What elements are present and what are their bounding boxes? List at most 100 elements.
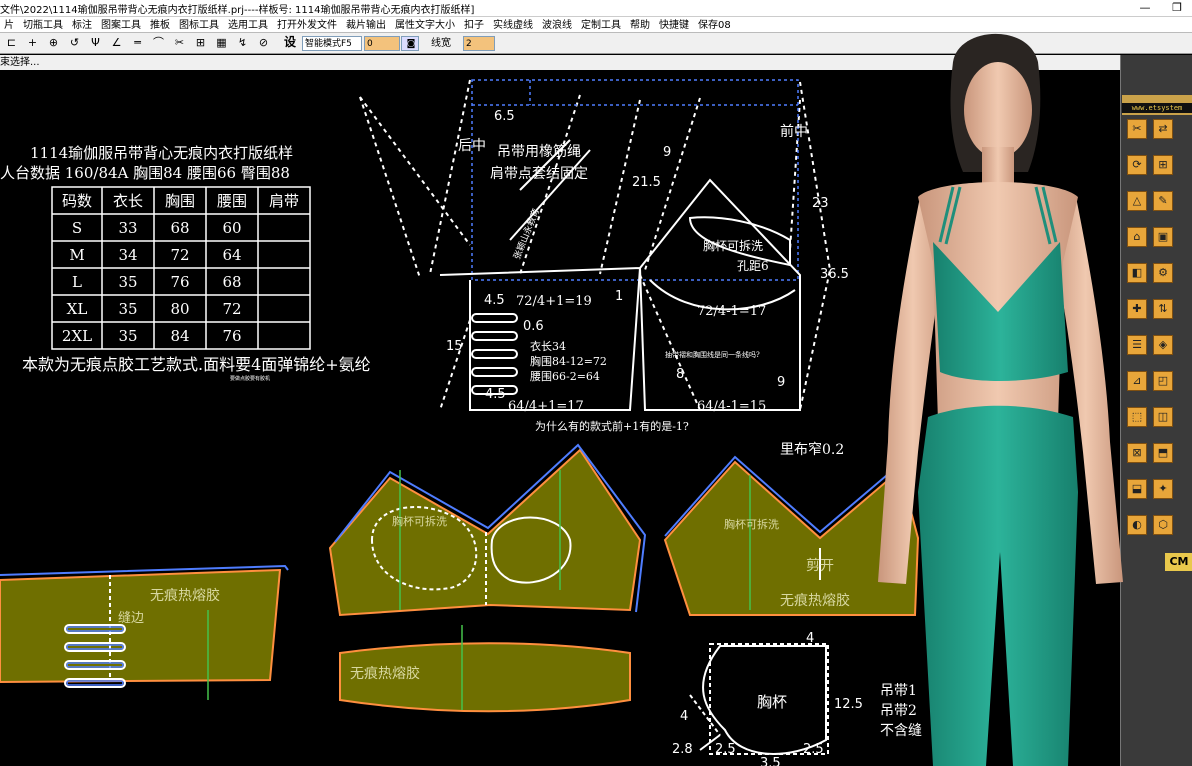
panel-tool-icon[interactable]: ◈ xyxy=(1153,335,1173,355)
table-cell: 60 xyxy=(222,219,241,237)
cup-remove-text: 胸杯可拆洗 xyxy=(703,238,763,253)
tool-icon-3[interactable]: ↺ xyxy=(67,35,82,51)
table-cell: M xyxy=(69,246,84,264)
olive-pieces xyxy=(0,443,920,713)
dim-4-5a: 4.5 xyxy=(484,293,505,308)
front-center-label: 前中 xyxy=(780,123,808,140)
color-picker-icon[interactable]: ◙ xyxy=(401,36,419,51)
restore-icon[interactable]: ❐ xyxy=(1162,0,1192,17)
table-cell: 68 xyxy=(170,219,189,237)
menu-item-7[interactable]: 打开外发文件 xyxy=(273,18,342,33)
menu-item-16[interactable]: 保存08 xyxy=(694,18,736,33)
menu-item-4[interactable]: 推板 xyxy=(146,18,175,33)
size-table xyxy=(51,186,311,350)
table-cell: 84 xyxy=(170,327,189,345)
seamless-glue-2: 无痕热熔胶 xyxy=(350,665,420,682)
cup-opening-1: 胸杯可拆洗 xyxy=(392,514,447,528)
tool-icon-12[interactable]: ⊘ xyxy=(256,35,271,51)
avatar-face xyxy=(964,62,1032,158)
panel-tool-icon[interactable]: ⬒ xyxy=(1153,443,1173,463)
strap-note-2: 肩带点套结固定 xyxy=(490,166,588,182)
tool-icon-11[interactable]: ↯ xyxy=(235,35,250,51)
dim-4a: 4 xyxy=(806,631,814,646)
back-center-label: 后中 xyxy=(458,138,486,154)
title-bar: 文件\2022\1114瑜伽服吊带背心无痕内衣打版纸样.prj----样板号: … xyxy=(0,0,1192,17)
dim-1: 1 xyxy=(615,289,623,304)
line-width-label: 线宽 xyxy=(431,38,451,49)
panel-tool-icon[interactable]: ◰ xyxy=(1153,371,1173,391)
hole-distance-text: 孔距6 xyxy=(737,259,769,273)
value-field[interactable]: 0 xyxy=(364,36,400,51)
lining-note: 里布窄0.2 xyxy=(780,441,844,458)
panel-tool-icon[interactable]: ✦ xyxy=(1153,479,1173,499)
table-cell: 80 xyxy=(170,300,189,318)
table-header-4: 肩带 xyxy=(269,192,299,210)
panel-tool-icon[interactable]: ✎ xyxy=(1153,191,1173,211)
dim-15: 15 xyxy=(446,339,463,354)
formula-front-bottom: 64/4-1=15 xyxy=(697,399,766,414)
line-width-field[interactable]: 2 xyxy=(463,36,495,51)
table-cell: 76 xyxy=(222,327,241,345)
strap-note-1: 吊带用橡筋绳 xyxy=(497,143,581,160)
menu-item-9[interactable]: 属性文字大小 xyxy=(391,18,460,33)
menu-item-5[interactable]: 图标工具 xyxy=(175,18,224,33)
menu-item-1[interactable]: 切瓶工具 xyxy=(19,18,68,33)
table-cell: 76 xyxy=(170,273,189,291)
table-header-0: 码数 xyxy=(62,192,92,210)
tool-icon-10[interactable]: ▦ xyxy=(214,35,229,51)
seamless-glue-1: 无痕热熔胶 xyxy=(150,587,220,604)
panel-tool-icon[interactable]: ◫ xyxy=(1153,407,1173,427)
tool-icon-1[interactable]: + xyxy=(25,35,40,51)
dim-6-5: 6.5 xyxy=(494,109,515,124)
tool-icon-4[interactable]: Ψ xyxy=(88,35,103,51)
avatar-leggings xyxy=(918,405,1078,766)
menu-item-3[interactable]: 图案工具 xyxy=(97,18,146,33)
tool-icon-9[interactable]: ⊞ xyxy=(193,35,208,51)
menu-item-6[interactable]: 选用工具 xyxy=(224,18,273,33)
menu-item-13[interactable]: 定制工具 xyxy=(577,18,626,33)
formula-back-top: 72/4+1=19 xyxy=(516,294,592,309)
table-cell: 34 xyxy=(118,246,137,264)
cup-opening-2: 胸杯可拆洗 xyxy=(724,517,779,531)
binding-text: 缝边 xyxy=(118,611,144,626)
dim-4-5b: 4.5 xyxy=(485,387,506,402)
table-cell: L xyxy=(72,273,82,291)
tool-icon-8[interactable]: ✂ xyxy=(172,35,187,51)
menu-item-0[interactable]: 片 xyxy=(0,18,19,33)
menu-item-10[interactable]: 扣子 xyxy=(460,18,489,33)
body-data-text: 人台数据 160/84A 胸围84 腰围66 臀围88 xyxy=(0,164,290,182)
tool-icon-2[interactable]: ⊕ xyxy=(46,35,61,51)
panel-tool-icon[interactable]: ⇅ xyxy=(1153,299,1173,319)
minimize-icon[interactable]: — xyxy=(1130,0,1160,17)
tool-icon-6[interactable]: ═ xyxy=(130,35,145,51)
formula-front-top: 72/4-1=17 xyxy=(697,304,766,319)
table-cell: 72 xyxy=(222,300,241,318)
menu-item-8[interactable]: 裁片输出 xyxy=(342,18,391,33)
tool-icon-0[interactable]: ⊏ xyxy=(4,35,19,51)
settings-button[interactable]: 设 xyxy=(284,35,296,50)
dim-9: 9 xyxy=(663,145,671,160)
menu-item-2[interactable]: 标注 xyxy=(68,18,97,33)
mode-select[interactable]: 智能模式F5 xyxy=(302,36,362,51)
panel-tool-icon[interactable]: ⬡ xyxy=(1153,515,1173,535)
dim-4b: 4 xyxy=(680,709,688,724)
tool-icon-7[interactable]: ⌒ xyxy=(151,35,166,51)
tool-icon-5[interactable]: ∠ xyxy=(109,35,124,51)
3d-avatar xyxy=(878,33,1123,766)
menu-item-14[interactable]: 帮助 xyxy=(626,18,655,33)
question-small: 抽带褶和胸围线是同一条线吗? xyxy=(665,350,760,359)
panel-tool-icon[interactable]: ⊞ xyxy=(1153,155,1173,175)
dim-2-5b: 2.5 xyxy=(803,742,824,757)
menu-item-12[interactable]: 波浪线 xyxy=(538,18,577,33)
panel-tool-icon[interactable]: ▣ xyxy=(1153,227,1173,247)
panel-tool-icon[interactable]: ⚙ xyxy=(1153,263,1173,283)
spec-waist: 腰围66-2=64 xyxy=(530,370,600,383)
dim-8: 8 xyxy=(676,367,684,382)
table-cell: 33 xyxy=(118,219,137,237)
menu-item-15[interactable]: 快捷键 xyxy=(655,18,694,33)
panel-tool-icon[interactable]: ⇄ xyxy=(1153,119,1173,139)
menu-item-11[interactable]: 实线虚线 xyxy=(489,18,538,33)
note-tiny: 要做点胶要有胶机 xyxy=(230,375,270,382)
table-cell: XL xyxy=(67,300,88,318)
table-cell: 72 xyxy=(170,246,189,264)
